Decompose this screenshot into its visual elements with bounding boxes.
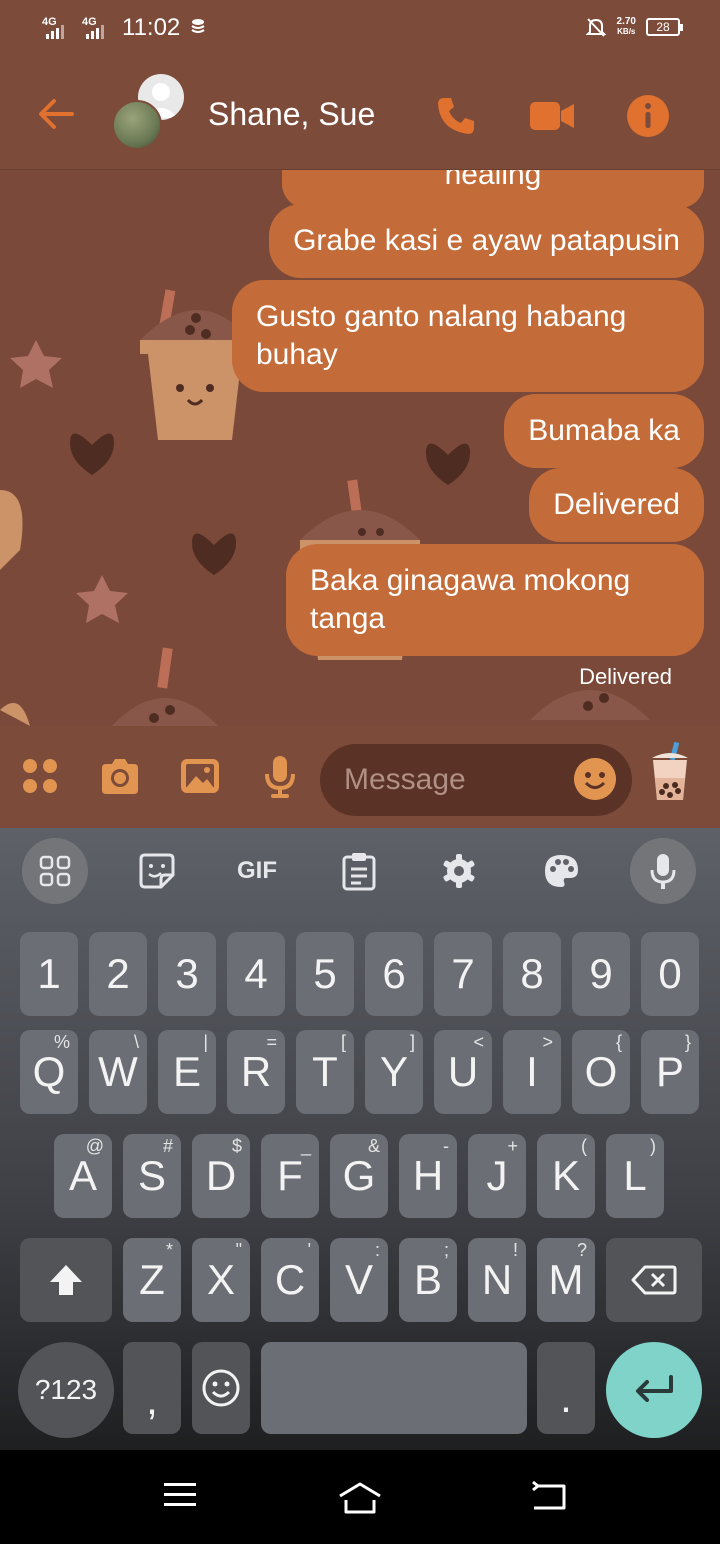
key-b[interactable]: ; B (399, 1238, 457, 1322)
emoji-icon[interactable] (574, 758, 616, 800)
key-8[interactable]: 8 (503, 932, 561, 1016)
key-7[interactable]: 7 (434, 932, 492, 1016)
key-e[interactable]: | E (158, 1030, 216, 1114)
message-list[interactable]: healing Grabe kasi e ayaw patapusin Gust… (0, 170, 720, 726)
message-input-container[interactable] (320, 744, 632, 816)
settings-gear-icon[interactable] (426, 838, 492, 904)
video-call-icon[interactable] (528, 92, 576, 140)
space-bar[interactable] (261, 1342, 527, 1434)
back-nav-icon[interactable] (530, 1480, 568, 1512)
key-k[interactable]: (K (537, 1134, 595, 1218)
group-avatar[interactable] (108, 74, 188, 154)
message-bubble[interactable]: healing (282, 170, 704, 208)
apps-grid-icon[interactable] (18, 754, 62, 798)
keyboard-toolbar: GIF (0, 828, 720, 918)
chat-header: Shane, Sue (0, 60, 720, 170)
phone-call-icon[interactable] (432, 92, 480, 140)
key-u[interactable]: < U (434, 1030, 492, 1114)
key-v[interactable]: :V (330, 1238, 388, 1322)
key-j[interactable]: + J (468, 1134, 526, 1218)
key-a[interactable]: @ A (54, 1134, 112, 1218)
key-s[interactable]: # S (123, 1134, 181, 1218)
comma-key[interactable]: , (123, 1342, 181, 1434)
message-bubble[interactable]: Bumaba ka (504, 394, 704, 468)
key-h[interactable]: -H (399, 1134, 457, 1218)
clock: 11:02 (122, 14, 181, 41)
keyboard-menu-grid-icon[interactable] (22, 838, 88, 904)
key-x[interactable]: " X (192, 1238, 250, 1322)
key-l[interactable]: ) L (606, 1134, 664, 1218)
delivery-status: Delivered (579, 664, 672, 689)
conversation-title[interactable]: Shane, Sue (208, 96, 375, 133)
period-key[interactable]: . (537, 1342, 595, 1434)
key-w[interactable]: \ W (89, 1030, 147, 1114)
key-5[interactable]: 5 (296, 932, 354, 1016)
key-n[interactable]: ! N (468, 1238, 526, 1322)
key-i[interactable]: > I (503, 1030, 561, 1114)
system-navigation-bar (0, 1450, 720, 1544)
shift-arrow-icon (50, 1265, 82, 1295)
key-3[interactable]: 3 (158, 932, 216, 1016)
emoji-key[interactable] (192, 1342, 250, 1434)
camera-icon[interactable] (98, 754, 142, 798)
symbols-key[interactable]: ?123 (18, 1342, 114, 1438)
gallery-image-icon[interactable] (178, 754, 222, 798)
clipboard-icon[interactable] (326, 838, 392, 904)
message-bubble[interactable]: Grabe kasi e ayaw patapusin (269, 204, 704, 278)
key-1[interactable]: 1 (20, 932, 78, 1016)
message-bubble[interactable]: Delivered (529, 468, 704, 542)
key-0[interactable]: 0 (641, 932, 699, 1016)
info-icon[interactable] (624, 92, 672, 140)
status-bar: 4G 4G 11:02 2.70 KB/s 28 (0, 0, 720, 60)
key-6[interactable]: 6 (365, 932, 423, 1016)
battery-icon: 28 (646, 18, 683, 36)
signal-icon-1: 4G (42, 15, 72, 41)
emoji-smile-icon (202, 1369, 240, 1407)
key-2[interactable]: 2 (89, 932, 147, 1016)
soft-keyboard: GIF 1 2 3 4 5 6 7 8 9 0 % Q \ W | E = R [T ]… (0, 828, 720, 1450)
mute-bell-icon (585, 18, 606, 37)
message-bubble[interactable]: Baka ginagawa mokong tanga (286, 544, 704, 656)
key-c[interactable]: ' C (261, 1238, 319, 1322)
menu-recents-icon[interactable] (162, 1480, 198, 1510)
avatar-primary (112, 100, 162, 150)
microphone-icon[interactable] (258, 754, 302, 798)
key-y[interactable]: ] Y (365, 1030, 423, 1114)
key-d[interactable]: $ D (192, 1134, 250, 1218)
data-saver-icon (191, 19, 205, 33)
enter-key[interactable] (606, 1342, 702, 1438)
voice-input-icon[interactable] (630, 838, 696, 904)
backspace-key[interactable] (606, 1238, 702, 1322)
key-t[interactable]: [T (296, 1030, 354, 1114)
back-arrow-icon[interactable] (34, 92, 78, 136)
key-9[interactable]: 9 (572, 932, 630, 1016)
signal-icon-2: 4G (82, 15, 112, 41)
message-bubble[interactable]: Gusto ganto nalang habang buhay (232, 280, 704, 392)
gif-button[interactable]: GIF (224, 838, 290, 904)
message-composer (0, 726, 720, 828)
home-icon[interactable] (336, 1480, 384, 1516)
key-m[interactable]: ? M (537, 1238, 595, 1322)
key-z[interactable]: * Z (123, 1238, 181, 1322)
sticker-icon[interactable] (124, 838, 190, 904)
key-p[interactable]: } P (641, 1030, 699, 1114)
shift-key[interactable] (20, 1238, 112, 1322)
key-r[interactable]: = R (227, 1030, 285, 1114)
key-g[interactable]: & G (330, 1134, 388, 1218)
theme-palette-icon[interactable] (528, 838, 594, 904)
enter-return-icon (636, 1375, 673, 1402)
network-speed: 2.70 KB/s (616, 16, 636, 37)
key-q[interactable]: % Q (20, 1030, 78, 1114)
boba-sticker-icon[interactable] (646, 742, 694, 802)
key-o[interactable]: {O (572, 1030, 630, 1114)
backspace-icon (631, 1265, 677, 1295)
key-4[interactable]: 4 (227, 932, 285, 1016)
key-f[interactable]: _ F (261, 1134, 319, 1218)
message-input[interactable] (344, 758, 564, 802)
